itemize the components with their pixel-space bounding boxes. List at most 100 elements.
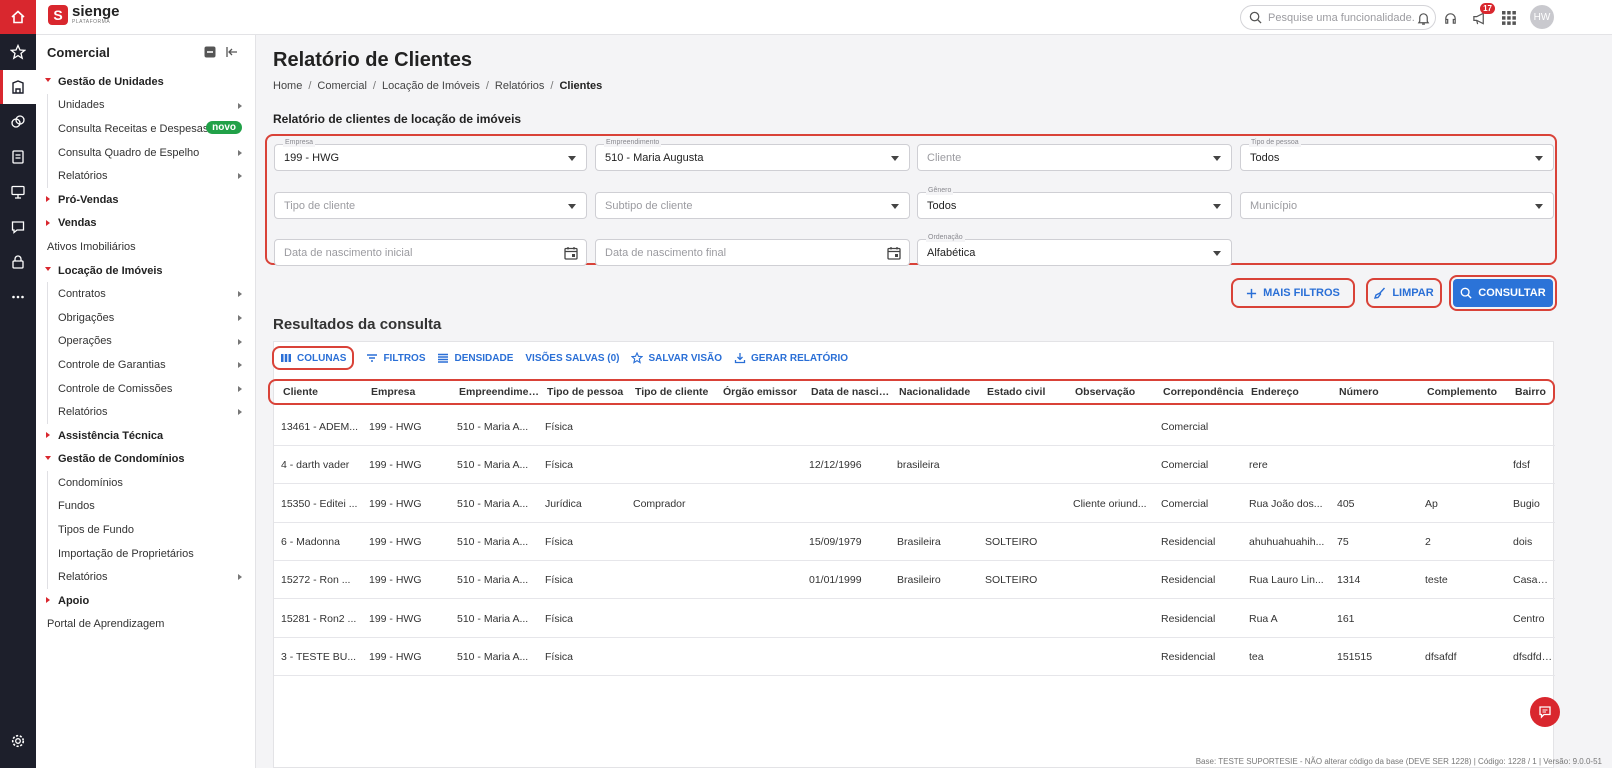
sidebar-item-operacoes[interactable]: Operações <box>36 330 256 354</box>
limpar-button[interactable]: LIMPAR <box>1366 278 1442 308</box>
settings-icon[interactable] <box>0 724 36 758</box>
sidebar-item-obrigacoes[interactable]: Obrigações <box>36 306 256 330</box>
sidebar-item-importacao-proprietarios[interactable]: Importação de Proprietários <box>36 542 256 566</box>
collapse-all-icon[interactable] <box>204 46 216 58</box>
collapse-sidebar-icon[interactable] <box>226 46 238 58</box>
building-icon[interactable] <box>0 70 36 104</box>
table-cell: rere <box>1249 459 1268 472</box>
tipo-pessoa-select[interactable]: Tipo de pessoa Todos <box>1240 139 1554 171</box>
sidebar-item-gestao-unidades[interactable]: Gestão de Unidades <box>36 70 256 94</box>
mais-filtros-button[interactable]: MAIS FILTROS <box>1231 278 1355 308</box>
column-header[interactable]: Número <box>1339 386 1423 398</box>
new-badge: novo <box>206 121 242 135</box>
sidebar-item-portal-aprendizagem[interactable]: Portal de Aprendizagem <box>36 613 256 637</box>
lock-icon[interactable] <box>0 245 36 279</box>
empreendimento-select[interactable]: Empreendimento 510 - Maria Augusta <box>595 139 910 171</box>
column-header[interactable]: Complemento <box>1427 386 1511 398</box>
chat-support-button[interactable] <box>1530 697 1560 727</box>
gerar-relatorio-button[interactable]: GERAR RELATÓRIO <box>734 352 848 364</box>
sidebar-item-gestao-condominios[interactable]: Gestão de Condomínios <box>36 448 256 472</box>
sidebar-item-relatorios-unidades[interactable]: Relatórios <box>36 164 256 188</box>
filter-icon <box>367 354 378 362</box>
column-header[interactable]: Observação <box>1075 386 1159 398</box>
column-header[interactable]: Cliente <box>283 386 367 398</box>
calendar-icon[interactable] <box>564 246 578 260</box>
avatar[interactable]: HW <box>1530 5 1554 29</box>
sidebar-item-quadro-espelho[interactable]: Consulta Quadro de Espelho <box>36 141 256 165</box>
column-header[interactable]: Endereço <box>1251 386 1335 398</box>
search-input[interactable] <box>1268 11 1428 24</box>
calendar-icon[interactable] <box>887 246 901 260</box>
salvar-visao-button[interactable]: SALVAR VISÃO <box>631 352 722 364</box>
sidebar-item-pro-vendas[interactable]: Pró-Vendas <box>36 188 256 212</box>
sidebar-item-tipos-fundo[interactable]: Tipos de Fundo <box>36 518 256 542</box>
sidebar-item-controle-comissoes[interactable]: Controle de Comissões <box>36 377 256 401</box>
table-row[interactable]: 3 - TESTE BU... 199 - HWG 510 - Maria A...… <box>274 638 1555 676</box>
ordenacao-select[interactable]: Ordenação Alfabética <box>917 234 1232 266</box>
star-icon[interactable] <box>0 35 36 69</box>
sidebar-item-consulta-receitas[interactable]: Consulta Receitas e Despesas novo <box>36 117 256 141</box>
sidebar-item-label: Locação de Imóveis <box>58 264 163 277</box>
megaphone-icon[interactable]: 17 <box>1470 3 1495 27</box>
search-box[interactable] <box>1240 5 1436 30</box>
sidebar-item-assistencia-tecnica[interactable]: Assistência Técnica <box>36 424 256 448</box>
more-icon[interactable] <box>0 280 36 314</box>
money-icon[interactable] <box>0 105 36 139</box>
visoes-salvas-button[interactable]: VISÕES SALVAS (0) <box>525 353 619 364</box>
bell-icon[interactable] <box>1414 9 1432 27</box>
home-icon[interactable] <box>0 0 36 34</box>
breadcrumb-relatorios[interactable]: Relatórios <box>495 80 545 92</box>
table-cell: ahuhuahuahih... <box>1249 535 1325 548</box>
table-row[interactable]: 13461 - ADEM... 199 - HWG 510 - Maria A...… <box>274 408 1555 446</box>
breadcrumb-locacao[interactable]: Locação de Imóveis <box>382 80 480 92</box>
column-header[interactable]: Empreendimento <box>459 386 543 398</box>
document-icon[interactable] <box>0 140 36 174</box>
filtros-button[interactable]: FILTROS <box>366 352 425 364</box>
densidade-button[interactable]: DENSIDADE <box>437 352 513 364</box>
breadcrumb-home[interactable]: Home <box>273 80 302 92</box>
tipo-cliente-select[interactable]: Tipo de cliente <box>274 192 587 219</box>
municipio-select[interactable]: Município <box>1240 192 1554 219</box>
table-row[interactable]: 4 - darth vader 199 - HWG 510 - Maria A...… <box>274 446 1555 485</box>
sidebar-item-condominios[interactable]: Condomínios <box>36 471 256 495</box>
subtipo-cliente-select[interactable]: Subtipo de cliente <box>595 192 910 219</box>
table-row[interactable]: 6 - Madonna 199 - HWG 510 - Maria A... Físi… <box>274 523 1555 561</box>
column-header[interactable]: Empresa <box>371 386 455 398</box>
breadcrumb-comercial[interactable]: Comercial <box>317 80 367 92</box>
column-header[interactable]: Bairro <box>1515 386 1549 398</box>
sidebar-item-locacao-imoveis[interactable]: Locação de Imóveis <box>36 259 256 283</box>
presentation-icon[interactable] <box>0 175 36 209</box>
sidebar-item-vendas[interactable]: Vendas <box>36 212 256 236</box>
sienge-logo[interactable]: S sienge PLATAFORMA <box>48 4 120 25</box>
column-header[interactable]: Data de nascim... <box>811 386 895 398</box>
sidebar-item-fundos[interactable]: Fundos <box>36 495 256 519</box>
table-row[interactable]: 15350 - Editei ... 199 - HWG 510 - Maria A… <box>274 485 1555 523</box>
consultar-button[interactable]: CONSULTAR <box>1453 279 1553 307</box>
data-nascimento-inicial-field[interactable]: Data de nascimento inicial <box>274 239 587 266</box>
table-row[interactable]: 15281 - Ron2 ... 199 - HWG 510 - Maria A..… <box>274 600 1555 638</box>
genero-select[interactable]: Gênero Todos <box>917 187 1232 219</box>
chat-icon[interactable] <box>0 210 36 244</box>
cliente-select[interactable]: Cliente <box>917 144 1232 171</box>
sidebar-item-apoio[interactable]: Apoio <box>36 589 256 613</box>
sidebar-item-relatorios-condominios[interactable]: Relatórios <box>36 565 256 589</box>
column-header[interactable]: Tipo de cliente <box>635 386 719 398</box>
column-header[interactable]: Tipo de pessoa <box>547 386 631 398</box>
sidebar-item-controle-garantias[interactable]: Controle de Garantias <box>36 353 256 377</box>
apps-grid-icon[interactable] <box>1500 9 1518 27</box>
column-header[interactable]: Órgão emissor <box>723 386 807 398</box>
column-header[interactable]: Nacionalidade <box>899 386 983 398</box>
headset-icon[interactable] <box>1441 9 1459 27</box>
sidebar-item-ativos-imobiliarios[interactable]: Ativos Imobiliários <box>36 235 256 259</box>
table-row[interactable]: 15272 - Ron ... 199 - HWG 510 - Maria A...… <box>274 561 1555 600</box>
empresa-select[interactable]: Empresa 199 - HWG <box>274 139 587 171</box>
table-cell: 199 - HWG <box>369 612 422 625</box>
sidebar-item-contratos[interactable]: Contratos <box>36 282 256 306</box>
data-nascimento-final-field[interactable]: Data de nascimento final <box>595 239 910 266</box>
sidebar-item-relatorios-locacao[interactable]: Relatórios <box>36 400 256 424</box>
colunas-button[interactable]: COLUNAS <box>272 346 355 370</box>
sidebar-item-unidades[interactable]: Unidades <box>36 94 256 118</box>
columns-icon <box>281 354 291 362</box>
column-header[interactable]: Correpondência <box>1163 386 1247 398</box>
column-header[interactable]: Estado civil <box>987 386 1071 398</box>
